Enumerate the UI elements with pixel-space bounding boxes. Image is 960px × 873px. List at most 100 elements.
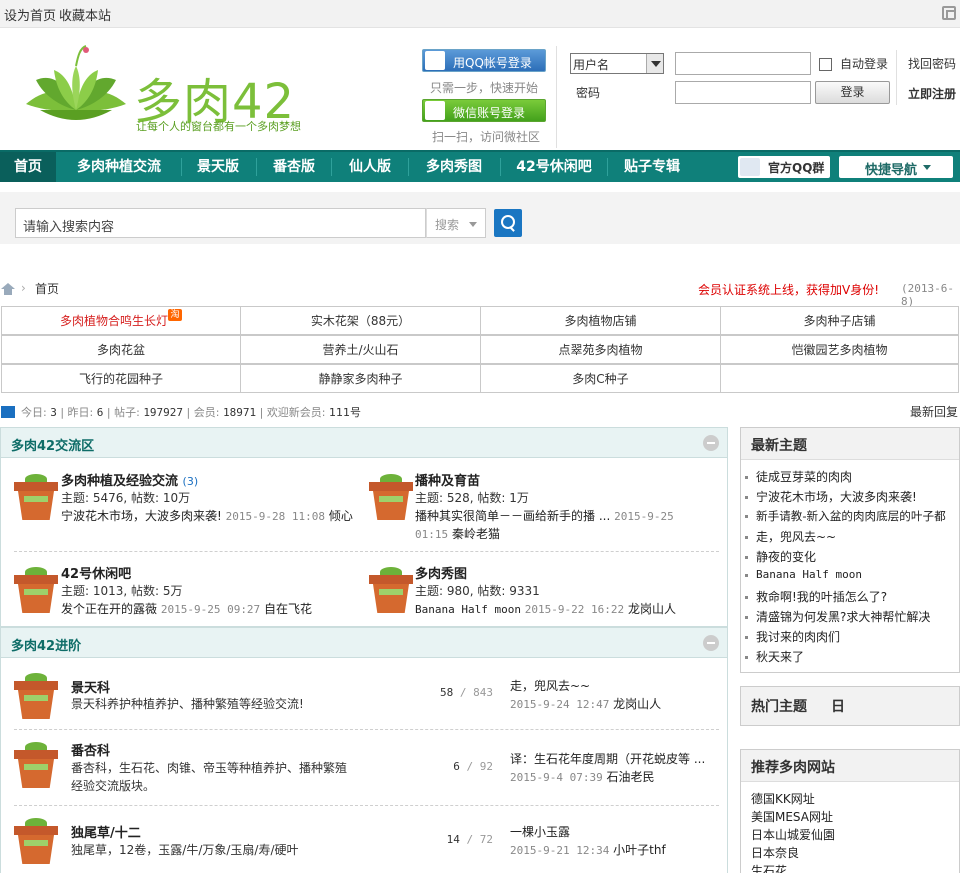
qq-group-button[interactable]: 官方QQ群: [738, 156, 830, 178]
section-title[interactable]: 多肉42交流区: [11, 435, 94, 454]
hot-tab-day[interactable]: 日: [831, 696, 845, 716]
latest-topic-item[interactable]: 救命啊!我的叶插怎么了?: [745, 588, 887, 605]
breadcrumb-current[interactable]: 首页: [35, 280, 59, 297]
forum-pot-icon[interactable]: [14, 742, 58, 788]
forum-name[interactable]: 多肉种植及经验交流: [61, 474, 178, 489]
last-post-user[interactable]: 小叶子thf: [613, 843, 666, 857]
link-cell[interactable]: 多肉C种子: [480, 364, 721, 393]
link-cell[interactable]: 飞行的花园种子: [1, 364, 241, 393]
nav-item-fanxing[interactable]: 番杏版: [262, 152, 326, 182]
forum-last-post-title[interactable]: 一棵小玉露: [510, 823, 570, 840]
forum-last-post-title[interactable]: 走，兜风去~~: [510, 677, 590, 694]
recommended-site-link[interactable]: 日本山城爱仙園: [751, 826, 835, 843]
forum-title[interactable]: 42号休闲吧: [61, 563, 131, 582]
forum-pot-icon[interactable]: [369, 474, 413, 520]
last-post-title[interactable]: 播种其实很简单－－画给新手的播 ...: [415, 509, 610, 523]
link-cell[interactable]: 点翠苑多肉植物: [480, 335, 721, 364]
members-label: 会员:: [193, 406, 220, 419]
collapse-icon[interactable]: [703, 635, 719, 651]
chart-icon[interactable]: [1, 406, 15, 418]
latest-topic-item[interactable]: 宁波花木市场，大波多肉来袭!: [745, 488, 917, 505]
search-icon[interactable]: [494, 209, 522, 237]
section-title[interactable]: 多肉42进阶: [11, 635, 81, 654]
link-cell[interactable]: 恺徽园艺多肉植物: [720, 335, 959, 364]
forum-title[interactable]: 独尾草/十二: [71, 822, 141, 841]
last-post-title[interactable]: 发个正在开的露薇: [61, 602, 157, 616]
forum-title[interactable]: 番杏科: [71, 740, 110, 759]
latest-topic-item[interactable]: Banana Half moon: [745, 568, 862, 581]
last-post-user[interactable]: 自在飞花: [264, 602, 312, 616]
last-post-title[interactable]: 宁波花木市场，大波多肉来袭!: [61, 509, 222, 523]
link-cell[interactable]: 多肉植物合鸣生长灯淘: [1, 306, 241, 335]
latest-topic-item[interactable]: 走，兜风去~~: [745, 528, 836, 545]
home-icon[interactable]: [1, 283, 15, 295]
forum-title[interactable]: 多肉秀图: [415, 563, 467, 582]
forum-pot-icon[interactable]: [369, 567, 413, 613]
latest-topic-item[interactable]: 新手请教-新入盆的肉肉底层的叶子都: [745, 508, 946, 524]
recommended-site-link[interactable]: 德国KK网址: [751, 790, 815, 807]
set-homepage-link[interactable]: 设为首页: [4, 5, 56, 24]
password-input[interactable]: [675, 81, 811, 104]
last-post-user[interactable]: 龙岗山人: [628, 602, 676, 616]
forum-pot-icon[interactable]: [14, 474, 58, 520]
nav-item-planting[interactable]: 多肉种植交流: [62, 152, 176, 182]
link-cell[interactable]: 多肉种子店铺: [720, 306, 959, 335]
recommended-site-link[interactable]: 生石花: [751, 862, 787, 873]
latest-topic-item[interactable]: 我讨来的肉肉们: [745, 628, 840, 645]
nav-item-lounge[interactable]: 42号休闲吧: [506, 152, 602, 182]
nav-item-jingtian[interactable]: 景天版: [186, 152, 250, 182]
forum-title[interactable]: 多肉种植及经验交流 (3): [61, 470, 198, 489]
latest-topic-item[interactable]: 静夜的变化: [745, 548, 816, 565]
wechat-login-button[interactable]: 微信账号登录: [422, 99, 546, 122]
forum-pot-icon[interactable]: [14, 818, 58, 864]
find-password-link[interactable]: 找回密码: [908, 55, 956, 72]
chevron-down-icon[interactable]: [646, 54, 663, 73]
link-cell[interactable]: 实木花架（88元）: [240, 306, 481, 335]
forum-title[interactable]: 播种及育苗: [415, 470, 480, 489]
nav-divider: [181, 158, 182, 176]
latest-topic-item[interactable]: 秋天来了: [745, 648, 804, 665]
search-scope-select[interactable]: 搜索: [426, 208, 486, 238]
nav-item-showcase[interactable]: 多肉秀图: [414, 152, 494, 182]
forum-pot-icon[interactable]: [14, 673, 58, 719]
announcement-link[interactable]: 会员认证系统上线，获得加V身份!: [698, 281, 879, 298]
last-post-user[interactable]: 秦岭老猫: [452, 527, 500, 541]
login-button[interactable]: 登录: [815, 81, 890, 104]
latest-topic-item[interactable]: 徒成豆芽菜的肉肉: [745, 468, 852, 485]
register-link[interactable]: 立即注册: [908, 85, 956, 102]
forum-pot-icon[interactable]: [14, 567, 58, 613]
box-header: 推荐多肉网站: [741, 750, 959, 782]
forum-title[interactable]: 景天科: [71, 677, 110, 696]
last-post-user[interactable]: 倾心: [329, 509, 353, 523]
recommended-site-link[interactable]: 日本奈良: [751, 844, 799, 861]
expand-icon[interactable]: [942, 6, 956, 20]
newest-member-link[interactable]: 111号: [329, 406, 361, 419]
nav-item-home[interactable]: 首页: [0, 152, 56, 182]
link-cell[interactable]: 营养土/火山石: [240, 335, 481, 364]
recommended-site-link[interactable]: 美国MESA网址: [751, 808, 833, 825]
auto-login-checkbox[interactable]: [819, 58, 832, 71]
username-type-select[interactable]: 用户名: [570, 53, 664, 74]
quick-nav-button[interactable]: 快捷导航: [839, 156, 953, 178]
search-input[interactable]: 请输入搜索内容: [15, 208, 426, 238]
qq-login-button[interactable]: 用QQ帐号登录: [422, 49, 546, 72]
link-cell[interactable]: 多肉花盆: [1, 335, 241, 364]
nav-item-albums[interactable]: 贴子专辑: [612, 152, 692, 182]
username-input[interactable]: [675, 52, 811, 75]
last-post-title[interactable]: Banana Half moon: [415, 603, 521, 616]
last-post-user[interactable]: 龙岗山人: [613, 697, 661, 711]
last-post-user[interactable]: 石油老民: [607, 770, 655, 784]
link-cell[interactable]: 静静家多肉种子: [240, 364, 481, 393]
link-cell[interactable]: 多肉植物店铺: [480, 306, 721, 335]
latest-topic-item[interactable]: 清盛锦为何发黑?求大神帮忙解决: [745, 608, 930, 625]
last-post-time: 2015-9-24 12:47: [510, 698, 610, 711]
logo-plant-icon[interactable]: [20, 44, 132, 134]
latest-reply-link[interactable]: 最新回复: [910, 403, 958, 420]
nav-item-xianren[interactable]: 仙人版: [338, 152, 402, 182]
collapse-icon[interactable]: [703, 435, 719, 451]
hot-topics-box: 热门主题 日: [740, 686, 960, 726]
recommended-sites-box: 推荐多肉网站 德国KK网址 美国MESA网址 日本山城爱仙園 日本奈良 生石花: [740, 749, 960, 873]
bookmark-link[interactable]: 收藏本站: [59, 5, 111, 24]
auto-login-label[interactable]: 自动登录: [840, 55, 888, 72]
forum-last-post-title[interactable]: 译：生石花年度周期（开花蜕皮等 ...: [510, 750, 705, 767]
